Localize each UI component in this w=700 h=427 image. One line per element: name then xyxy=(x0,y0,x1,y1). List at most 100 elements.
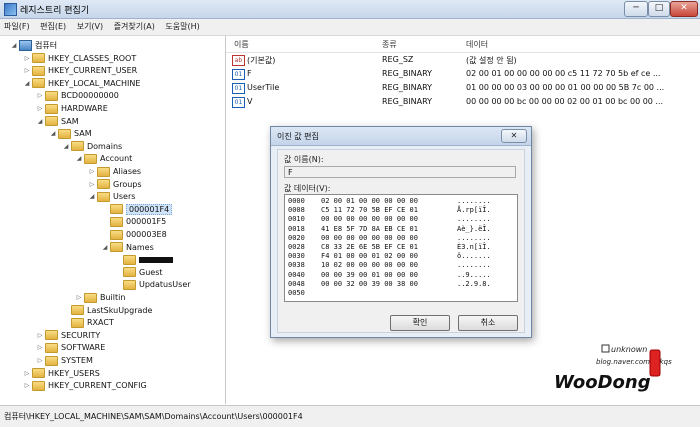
value-row-f[interactable]: 01 F REG_BINARY 02 00 01 00 00 00 00 00 … xyxy=(226,67,700,81)
tree-node[interactable]: ◢ HKEY_LOCAL_MACHINE xyxy=(23,77,140,90)
folder-icon xyxy=(123,254,136,265)
folder-icon xyxy=(110,242,123,253)
tree-node[interactable]: ◢ 컴퓨터 xyxy=(10,39,57,52)
value-row-default[interactable]: ab (기본값) REG_SZ (값 설정 안 됨) xyxy=(226,53,700,67)
value-row-usertile[interactable]: 01 UserTile REG_BINARY 01 00 00 00 03 00… xyxy=(226,81,700,95)
expand-arrow-icon[interactable]: ▷ xyxy=(23,55,31,62)
tree-node[interactable]: ▷ BCD00000000 xyxy=(36,89,119,102)
tree-node[interactable]: ▷ HARDWARE xyxy=(36,102,108,115)
tree-node-label: SECURITY xyxy=(61,330,101,340)
tree-node[interactable]: UpdatusUser xyxy=(114,278,191,291)
regedit-app-icon xyxy=(4,3,17,16)
tree-node[interactable]: ▷ HKEY_CURRENT_CONFIG xyxy=(23,379,147,392)
tree-node[interactable]: ▷ HKEY_USERS xyxy=(23,367,100,380)
expand-arrow-icon[interactable]: ▷ xyxy=(75,294,83,301)
collapse-arrow-icon[interactable]: ◢ xyxy=(62,143,70,150)
tree-node[interactable]: ◢ SAM xyxy=(36,115,79,128)
cancel-button[interactable]: 취소 xyxy=(458,315,518,331)
value-type: REG_BINARY xyxy=(382,97,433,106)
title-bar: 레지스트리 편집기 ─ □ ✕ xyxy=(0,0,700,19)
tree-node[interactable]: 000003E8 xyxy=(101,228,167,241)
hex-bytes: 00 00 00 00 00 00 00 00 xyxy=(321,215,418,224)
folder-icon xyxy=(110,229,123,240)
expand-arrow-icon[interactable]: ▷ xyxy=(23,382,31,389)
status-bar: 컴퓨터\HKEY_LOCAL_MACHINE\SAM\SAM\Domains\A… xyxy=(0,405,700,427)
close-button[interactable]: ✕ xyxy=(670,1,698,17)
value-name-field: F xyxy=(284,166,516,178)
tree-node[interactable]: Guest xyxy=(114,266,163,279)
menu-view[interactable]: 보기(V) xyxy=(73,19,107,34)
tree-node[interactable]: RXACT xyxy=(62,316,114,329)
folder-icon xyxy=(32,65,45,76)
expand-arrow-icon[interactable]: ▷ xyxy=(36,332,44,339)
tree-node[interactable]: ▷ Aliases xyxy=(88,165,141,178)
expand-arrow-icon[interactable]: ▷ xyxy=(36,344,44,351)
column-type[interactable]: 종류 xyxy=(382,39,397,50)
column-data[interactable]: 데이터 xyxy=(466,39,488,50)
tree-node[interactable]: ▷ SOFTWARE xyxy=(36,341,105,354)
collapse-arrow-icon[interactable]: ◢ xyxy=(88,193,96,200)
folder-icon xyxy=(45,90,58,101)
hex-ascii: ô....... xyxy=(457,252,491,261)
folder-icon xyxy=(123,267,136,278)
tree-node[interactable]: ▷ HKEY_CURRENT_USER xyxy=(23,64,137,77)
expand-arrow-icon[interactable]: ▷ xyxy=(36,357,44,364)
collapse-arrow-icon[interactable]: ◢ xyxy=(23,80,31,87)
folder-icon xyxy=(97,191,110,202)
maximize-button[interactable]: □ xyxy=(648,1,670,17)
collapse-arrow-icon[interactable]: ◢ xyxy=(10,42,18,49)
collapse-arrow-icon[interactable]: ◢ xyxy=(101,244,109,251)
menu-file[interactable]: 파일(F) xyxy=(0,19,34,34)
ok-button[interactable]: 확인 xyxy=(390,315,450,331)
binary-value-icon: 01 xyxy=(232,69,245,80)
column-name[interactable]: 이름 xyxy=(234,39,249,50)
tree-node[interactable]: ◢ Names xyxy=(101,241,154,254)
menu-bar: 파일(F) 편집(E) 보기(V) 즐겨찾기(A) 도움말(H) xyxy=(0,19,700,36)
tree-node[interactable]: ◢ SAM xyxy=(49,127,92,140)
folder-icon xyxy=(45,103,58,114)
tree-node[interactable]: ▷ SECURITY xyxy=(36,329,100,342)
expand-arrow-icon[interactable]: ▷ xyxy=(88,168,96,175)
expand-arrow-icon[interactable]: ▷ xyxy=(23,370,31,377)
tree-node[interactable]: 000001F4 xyxy=(101,203,173,216)
tree-node[interactable]: ◢ Account xyxy=(75,152,132,165)
tree-node[interactable]: LastSkuUpgrade xyxy=(62,304,152,317)
collapse-arrow-icon[interactable]: ◢ xyxy=(49,130,57,137)
menu-favorites[interactable]: 즐겨찾기(A) xyxy=(110,19,159,34)
hex-bytes: 00 00 39 00 01 00 00 00 xyxy=(321,270,418,279)
binary-value-icon: 01 xyxy=(232,83,245,94)
tree-node[interactable] xyxy=(114,253,173,266)
menu-help[interactable]: 도움말(H) xyxy=(161,19,203,34)
menu-edit[interactable]: 편집(E) xyxy=(36,19,70,34)
tree-node-label: HKEY_LOCAL_MACHINE xyxy=(48,78,141,88)
expand-arrow-icon[interactable]: ▷ xyxy=(36,92,44,99)
hex-data-editor[interactable]: 0000 02 00 01 00 00 00 00 00........ 0008 C… xyxy=(284,194,518,302)
hex-address: 0050 xyxy=(288,289,305,297)
tree-node[interactable]: ▷ Builtin xyxy=(75,291,125,304)
registry-key-tree[interactable]: ◢ 컴퓨터 ▷ HKEY_CLASSES_ROOT ▷ HKEY_CURRENT_USER… xyxy=(0,36,226,404)
collapse-arrow-icon[interactable]: ◢ xyxy=(75,155,83,162)
value-name-label: 값 이름(N): xyxy=(284,155,324,164)
tree-node-label: Names xyxy=(126,242,154,252)
value-type: REG_BINARY xyxy=(382,83,433,92)
tree-node[interactable]: ◢ Domains xyxy=(62,140,122,153)
tree-node[interactable]: ▷ SYSTEM xyxy=(36,354,93,367)
minimize-button[interactable]: ─ xyxy=(624,1,648,17)
tree-node-label: Domains xyxy=(87,141,123,151)
hex-address: 0018 xyxy=(288,224,305,233)
tree-node-label: HKEY_USERS xyxy=(48,368,100,378)
dialog-close-button[interactable]: ✕ xyxy=(501,129,527,143)
expand-arrow-icon[interactable]: ▷ xyxy=(36,105,44,112)
tree-node-label: RXACT xyxy=(87,318,114,328)
hex-bytes: 00 00 00 00 00 00 00 00 xyxy=(321,233,418,242)
tree-node[interactable]: ▷ HKEY_CLASSES_ROOT xyxy=(23,52,136,65)
tree-node[interactable]: 000001F5 xyxy=(101,215,166,228)
collapse-arrow-icon[interactable]: ◢ xyxy=(36,118,44,125)
value-row-v[interactable]: 01 V REG_BINARY 00 00 00 00 bc 00 00 00 … xyxy=(226,95,700,109)
blog-watermark: unknown blog.naver.com/szkqs WooDong xyxy=(552,342,697,402)
tree-node[interactable]: ▷ Groups xyxy=(88,178,142,191)
tree-node[interactable]: ◢ Users xyxy=(88,190,135,203)
tree-node-label: Builtin xyxy=(100,293,126,302)
expand-arrow-icon[interactable]: ▷ xyxy=(88,181,96,188)
expand-arrow-icon[interactable]: ▷ xyxy=(23,67,31,74)
